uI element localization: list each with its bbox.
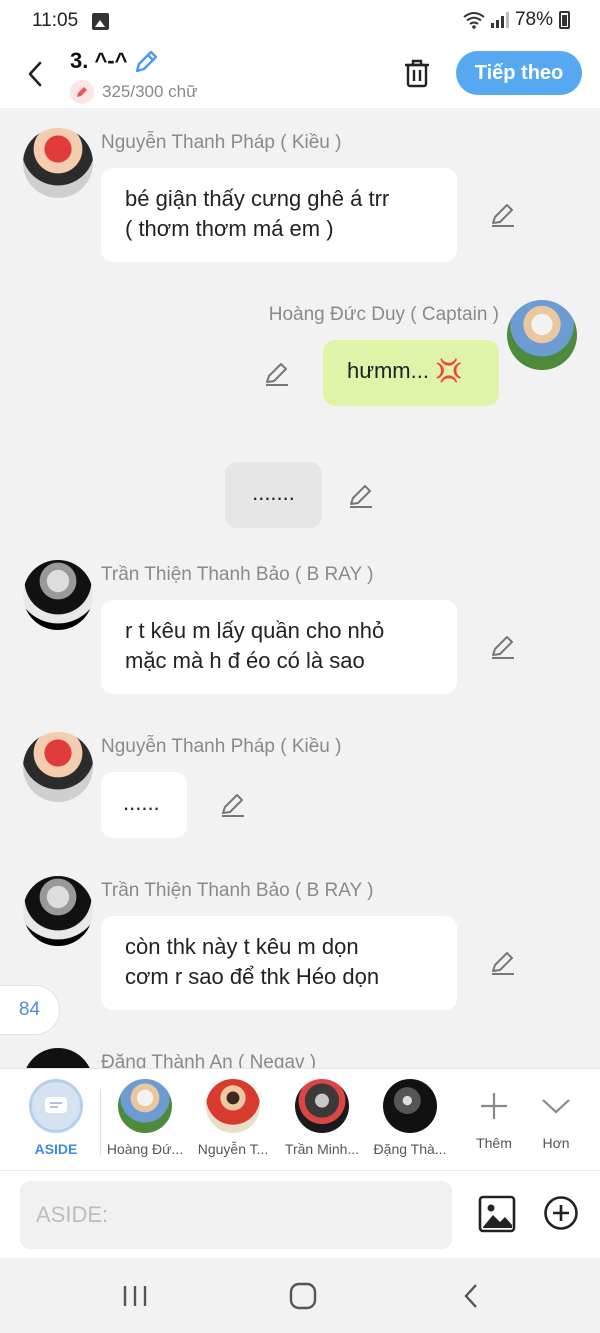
wifi-icon — [463, 12, 485, 29]
more-button[interactable]: Hơn — [526, 1079, 586, 1151]
chevron-left-icon — [28, 61, 42, 87]
character-label: ASIDE — [34, 1141, 78, 1157]
avatar — [383, 1079, 437, 1133]
message-bubble[interactable]: còn thk này t kêu m dọn cơm r sao để thk… — [101, 916, 457, 1010]
page-title: 3. ^-^ — [70, 48, 128, 73]
avatar — [206, 1079, 260, 1133]
character-label: Thêm — [476, 1135, 512, 1151]
back-button[interactable] — [18, 54, 52, 94]
divider — [100, 1089, 101, 1155]
home-button[interactable] — [283, 1280, 323, 1312]
character-label: Hoàng Đứ... — [106, 1141, 184, 1157]
avatar[interactable] — [23, 732, 93, 802]
edit-title-icon[interactable] — [132, 48, 160, 76]
signal-icon — [490, 12, 509, 28]
message-author: Đặng Thành An ( Negav ) — [101, 1052, 317, 1068]
chevron-down-icon — [542, 1099, 570, 1114]
word-counter-text: 325/300 chữ — [102, 82, 198, 101]
character-dang[interactable]: Đặng Thà... — [370, 1079, 450, 1157]
plus-circle-icon[interactable] — [543, 1195, 579, 1231]
next-button[interactable]: Tiếp theo — [456, 51, 582, 95]
character-label: Nguyễn T... — [197, 1141, 269, 1157]
gallery-notification-icon — [92, 13, 109, 30]
character-nguyen[interactable]: Nguyễn T... — [193, 1079, 273, 1157]
pencil-icon — [70, 80, 94, 104]
avatar[interactable] — [507, 300, 577, 370]
add-character-button[interactable]: Thêm — [458, 1079, 530, 1151]
pencil-icon[interactable] — [489, 633, 517, 661]
home-icon — [289, 1282, 317, 1310]
aside-icon — [29, 1079, 83, 1133]
plus-icon — [481, 1093, 507, 1119]
avatar[interactable] — [23, 560, 93, 630]
chat-area: Nguyễn Thanh Pháp ( Kiều ) bé giận thấy … — [0, 108, 600, 1068]
message-author: Trần Thiện Thanh Bảo ( B RAY ) — [101, 880, 374, 901]
character-duy[interactable]: Hoàng Đứ... — [105, 1079, 185, 1157]
message-bubble[interactable]: bé giận thấy cưng ghê á trr ( thơm thơm … — [101, 168, 457, 262]
message-input[interactable] — [20, 1181, 452, 1249]
avatar[interactable] — [23, 128, 93, 198]
trash-icon — [405, 59, 429, 88]
character-tran[interactable]: Trần Minh... — [282, 1079, 362, 1157]
message-bubble[interactable]: hưmm... 💢 — [323, 340, 499, 406]
pencil-icon[interactable] — [347, 482, 375, 510]
avatar[interactable] — [23, 1048, 93, 1068]
avatar — [295, 1079, 349, 1133]
pencil-icon[interactable] — [263, 360, 291, 388]
status-right: 78% — [463, 9, 570, 31]
status-time: 11:05 — [32, 10, 79, 31]
battery-percent: 78% — [514, 9, 553, 30]
word-counter: 325/300 chữ — [70, 80, 198, 104]
image-icon[interactable] — [478, 1195, 516, 1233]
pencil-icon[interactable] — [219, 791, 247, 819]
recent-apps-icon — [123, 1286, 147, 1306]
message-author: Nguyễn Thanh Pháp ( Kiều ) — [101, 736, 342, 757]
pencil-icon[interactable] — [489, 201, 517, 229]
battery-icon — [559, 11, 570, 29]
back-icon — [464, 1284, 477, 1308]
delete-button[interactable] — [398, 54, 436, 92]
pencil-icon[interactable] — [489, 949, 517, 977]
input-bar — [0, 1170, 600, 1258]
message-bubble[interactable]: r t kêu m lấy quần cho nhỏ mặc mà h đ éo… — [101, 600, 457, 694]
system-nav-bar — [0, 1258, 600, 1333]
character-label: Hơn — [542, 1135, 570, 1151]
recent-apps-button[interactable] — [115, 1280, 155, 1312]
system-back-button[interactable] — [451, 1280, 491, 1312]
character-label: Trần Minh... — [284, 1141, 360, 1157]
message-author: Hoàng Đức Duy ( Captain ) — [268, 304, 499, 325]
header: 3. ^-^ 325/300 chữ Tiếp theo — [0, 44, 600, 108]
aside-bubble[interactable]: ....... — [225, 462, 322, 528]
status-bar: 11:05 78% — [0, 0, 600, 44]
character-aside[interactable]: ASIDE — [16, 1079, 96, 1157]
message-author: Trần Thiện Thanh Bảo ( B RAY ) — [101, 564, 374, 585]
avatar[interactable] — [23, 876, 93, 946]
character-bar: ASIDE Hoàng Đứ... Nguyễn T... Trần Minh.… — [0, 1068, 600, 1170]
character-label: Đặng Thà... — [373, 1141, 447, 1157]
message-bubble[interactable]: ...... — [101, 772, 187, 838]
message-count-badge[interactable]: 84 — [0, 985, 60, 1035]
message-author: Nguyễn Thanh Pháp ( Kiều ) — [101, 132, 342, 153]
avatar — [118, 1079, 172, 1133]
